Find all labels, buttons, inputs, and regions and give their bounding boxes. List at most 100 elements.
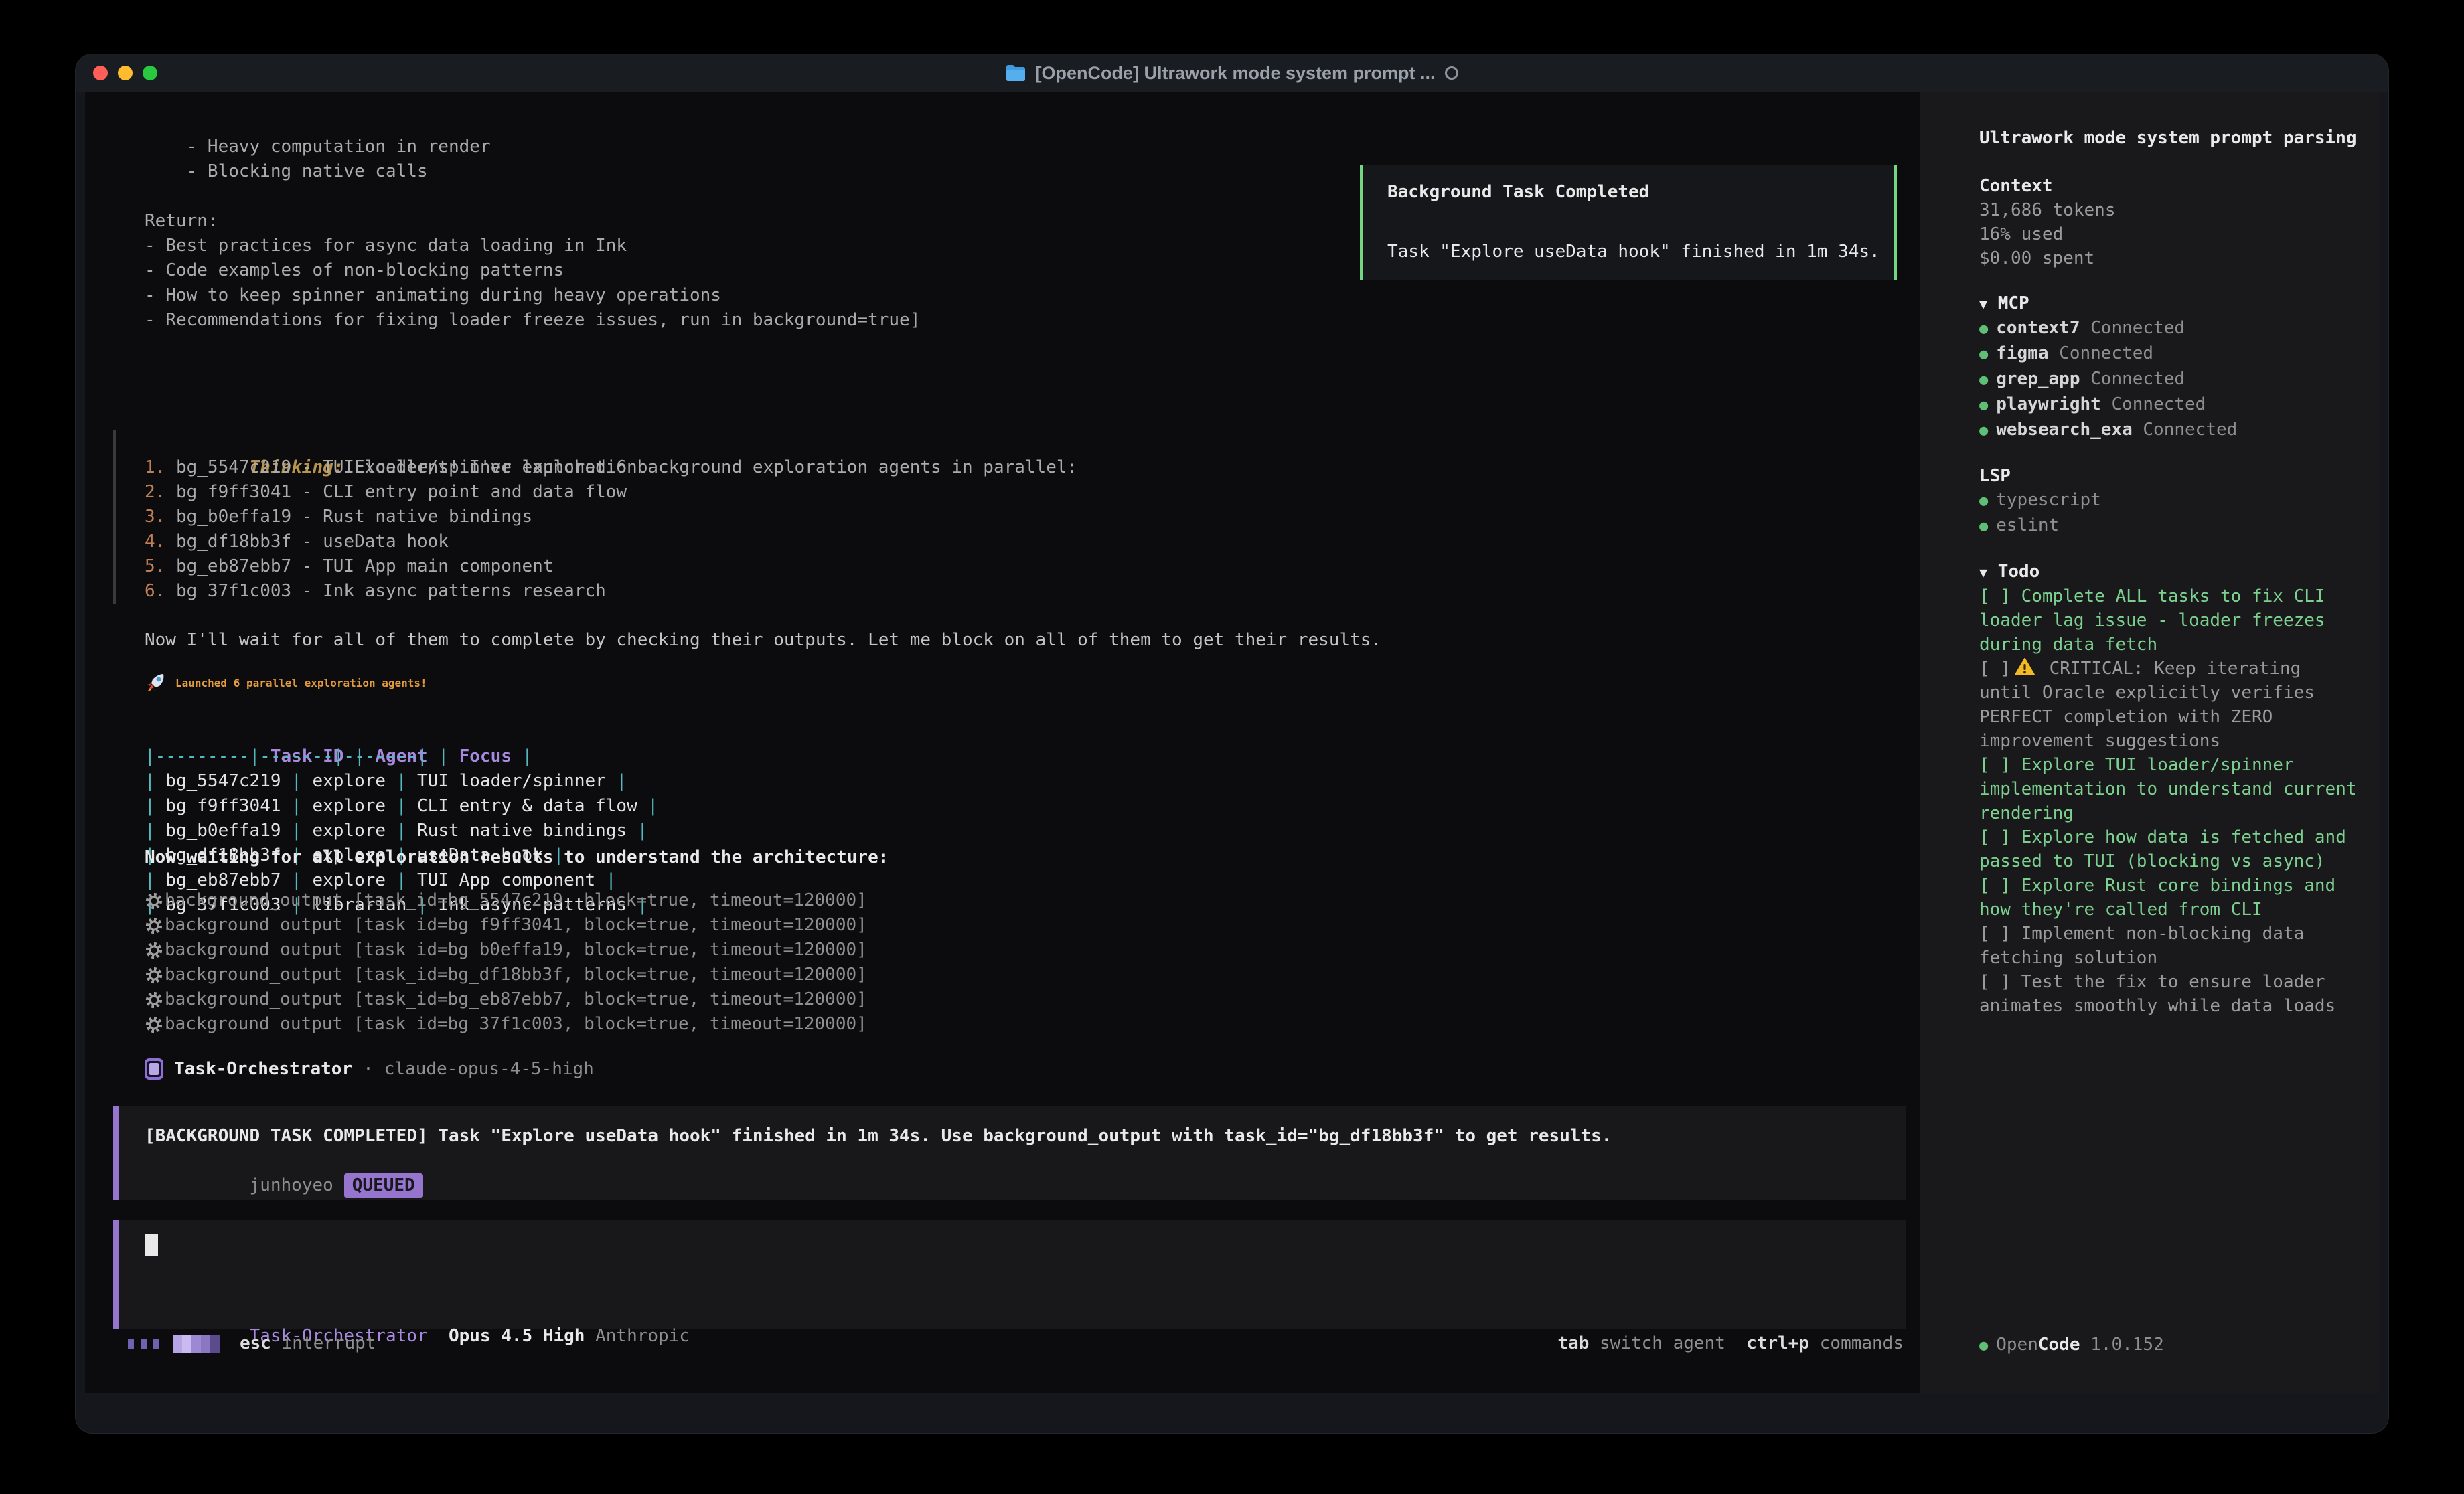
spinner-dot bbox=[153, 1339, 159, 1349]
spinner-segment bbox=[173, 1335, 182, 1353]
tool-call-line: background_output [task_id=bg_df18bb3f, … bbox=[145, 963, 867, 987]
lsp-item: ●eslint bbox=[1979, 513, 2360, 539]
status-dot-icon: ● bbox=[1979, 518, 1988, 535]
app-version-row: ●OpenCode 1.0.152 bbox=[1979, 1333, 2164, 1357]
todo-item: [ ] Explore Rust core bindings and how t… bbox=[1979, 874, 2360, 922]
message-text-block: - Heavy computation in render - Blocking… bbox=[145, 135, 920, 333]
spinner-dot bbox=[141, 1339, 147, 1349]
todo-item: [ ] Complete ALL tasks to fix CLI loader… bbox=[1979, 584, 2360, 657]
esc-key-label: interrupt bbox=[282, 1333, 376, 1353]
app-name-light: Open bbox=[1996, 1335, 2038, 1355]
task-meta-row: junhoyeoQUEUED bbox=[145, 1149, 1906, 1173]
prompt-input[interactable]: Task-Orchestrator Opus 4.5 High Anthropi… bbox=[113, 1220, 1906, 1329]
spinner-segment bbox=[191, 1335, 201, 1353]
toast-notification[interactable]: Background Task Completed Task "Explore … bbox=[1360, 165, 1897, 280]
rocket-icon bbox=[145, 671, 167, 694]
tool-call-line: background_output [task_id=bg_f9ff3041, … bbox=[145, 913, 867, 938]
lsp-heading: LSP bbox=[1979, 464, 2360, 488]
session-title: Ultrawork mode system prompt parsing bbox=[1979, 126, 2360, 150]
separator-dot: · bbox=[363, 1057, 374, 1082]
spinner-segment bbox=[182, 1335, 191, 1353]
tab-key-hint: tab bbox=[1557, 1333, 1589, 1353]
context-used: 16% used bbox=[1979, 222, 2360, 246]
text-line: - Blocking native calls bbox=[145, 159, 920, 184]
warning-icon bbox=[2015, 658, 2035, 676]
thinking-block: Thinking: Excellent! I've launched 6 bac… bbox=[113, 430, 1077, 604]
window-title: [OpenCode] Ultrawork mode system prompt … bbox=[1035, 63, 1435, 84]
text-line: Return: bbox=[145, 209, 920, 234]
collapse-arrow-icon: ▼ bbox=[1979, 296, 1987, 312]
todo-item: [ ] Explore how data is fetched and pass… bbox=[1979, 825, 2360, 874]
text-cursor bbox=[145, 1234, 158, 1256]
collapse-arrow-icon: ▼ bbox=[1979, 564, 1987, 580]
agent-icon bbox=[145, 1058, 163, 1080]
agent-model: claude-opus-4-5-high bbox=[384, 1057, 594, 1082]
todo-section-header[interactable]: ▼ Todo bbox=[1979, 560, 2360, 584]
mcp-item: ●grep_app Connected bbox=[1979, 367, 2360, 392]
table-header-row: | Task ID | Agent | Focus | bbox=[145, 720, 658, 744]
agent-name: Task-Orchestrator bbox=[174, 1057, 352, 1082]
toast-body: Task "Explore useData hook" finished in … bbox=[1387, 240, 1894, 264]
agent-list-item: 6. bg_37f1c003 - Ink async patterns rese… bbox=[145, 579, 1077, 604]
agent-list-item: 2. bg_f9ff3041 - CLI entry point and dat… bbox=[145, 480, 1077, 505]
launch-announcement: Launched 6 parallel exploration agents! bbox=[145, 671, 427, 694]
input-model-name: Opus 4.5 High bbox=[449, 1326, 585, 1346]
mcp-item: ●websearch_exa Connected bbox=[1979, 418, 2360, 443]
status-badge: QUEUED bbox=[344, 1173, 423, 1198]
text-line: - Heavy computation in render bbox=[145, 135, 920, 159]
esc-key-hint: esc bbox=[240, 1333, 271, 1353]
status-dot-icon: ● bbox=[1979, 371, 1988, 388]
title-bar: [OpenCode] Ultrawork mode system prompt … bbox=[76, 54, 2388, 92]
blank-line bbox=[145, 184, 920, 209]
tool-call-line: background_output [task_id=bg_5547c219, … bbox=[145, 888, 867, 913]
tool-call-list: background_output [task_id=bg_5547c219, … bbox=[145, 888, 867, 1037]
context-tokens: 31,686 tokens bbox=[1979, 198, 2360, 222]
todo-item: [ ] Test the fix to ensure loader animat… bbox=[1979, 970, 2360, 1018]
text-line: - Best practices for async data loading … bbox=[145, 234, 920, 258]
background-task-message: [BACKGROUND TASK COMPLETED] Task "Explor… bbox=[113, 1106, 1906, 1200]
tool-call-line: background_output [task_id=bg_37f1c003, … bbox=[145, 1012, 867, 1037]
tab-key-label: switch agent bbox=[1600, 1333, 1725, 1353]
agent-list-item: 5. bg_eb87ebb7 - TUI App main component bbox=[145, 554, 1077, 579]
spinner-segment bbox=[210, 1335, 220, 1353]
ctrlp-key-label: commands bbox=[1820, 1333, 1904, 1353]
thinking-outro: Now I'll wait for all of them to complet… bbox=[145, 628, 1381, 653]
text-line: - Recommendations for fixing loader free… bbox=[145, 308, 920, 333]
status-bar-left: esc interrupt bbox=[128, 1330, 376, 1357]
main-scroll-region[interactable]: - Heavy computation in render - Blocking… bbox=[85, 92, 1920, 1393]
app-version: 1.0.152 bbox=[2090, 1335, 2164, 1355]
status-dot-icon: ● bbox=[1979, 493, 1988, 509]
context-heading: Context bbox=[1979, 174, 2360, 198]
table-row: | bg_5547c219 | explore | TUI loader/spi… bbox=[145, 769, 658, 794]
text-line: - How to keep spinner animating during h… bbox=[145, 283, 920, 308]
agent-list-item: 3. bg_b0effa19 - Rust native bindings bbox=[145, 505, 1077, 529]
ctrlp-key-hint: ctrl+p bbox=[1746, 1333, 1809, 1353]
waiting-line: Now waiting for all exploration results … bbox=[145, 845, 889, 870]
folder-icon bbox=[1006, 64, 1026, 82]
status-dot-icon: ● bbox=[1979, 346, 1988, 363]
status-dot-icon: ● bbox=[1979, 422, 1988, 439]
mcp-item: ●figma Connected bbox=[1979, 341, 2360, 367]
input-provider: Anthropic bbox=[595, 1326, 690, 1346]
todo-item: [ ] Implement non-blocking data fetching… bbox=[1979, 922, 2360, 970]
agent-header-line: Task-Orchestrator · claude-opus-4-5-high bbox=[145, 1056, 594, 1082]
text-line: - Code examples of non-blocking patterns bbox=[145, 258, 920, 283]
table-row: | bg_f9ff3041 | explore | CLI entry & da… bbox=[145, 794, 658, 819]
mcp-section-header[interactable]: ▼ MCP bbox=[1979, 291, 2360, 316]
session-status-icon bbox=[1445, 66, 1458, 80]
gear-icon bbox=[145, 1015, 163, 1034]
input-agent-row: Task-Orchestrator Opus 4.5 High Anthropi… bbox=[145, 1299, 1906, 1324]
gear-icon bbox=[145, 892, 163, 910]
spinner-dot bbox=[128, 1339, 134, 1349]
user-name: junhoyeo bbox=[250, 1175, 333, 1195]
gear-icon bbox=[145, 941, 163, 960]
app-window: [OpenCode] Ultrawork mode system prompt … bbox=[75, 54, 2389, 1434]
terminal-content: - Heavy computation in render - Blocking… bbox=[85, 92, 2380, 1393]
task-completed-text: [BACKGROUND TASK COMPLETED] Task "Explor… bbox=[145, 1124, 1906, 1149]
lsp-item: ●typescript bbox=[1979, 488, 2360, 513]
todo-item: [ ] Explore TUI loader/spinner implement… bbox=[1979, 753, 2360, 825]
toast-title: Background Task Completed bbox=[1387, 180, 1894, 205]
todo-item: [ ] CRITICAL: Keep iterating until Oracl… bbox=[1979, 657, 2360, 753]
tool-call-line: background_output [task_id=bg_b0effa19, … bbox=[145, 938, 867, 963]
launch-text: Launched 6 parallel exploration agents! bbox=[175, 677, 427, 689]
